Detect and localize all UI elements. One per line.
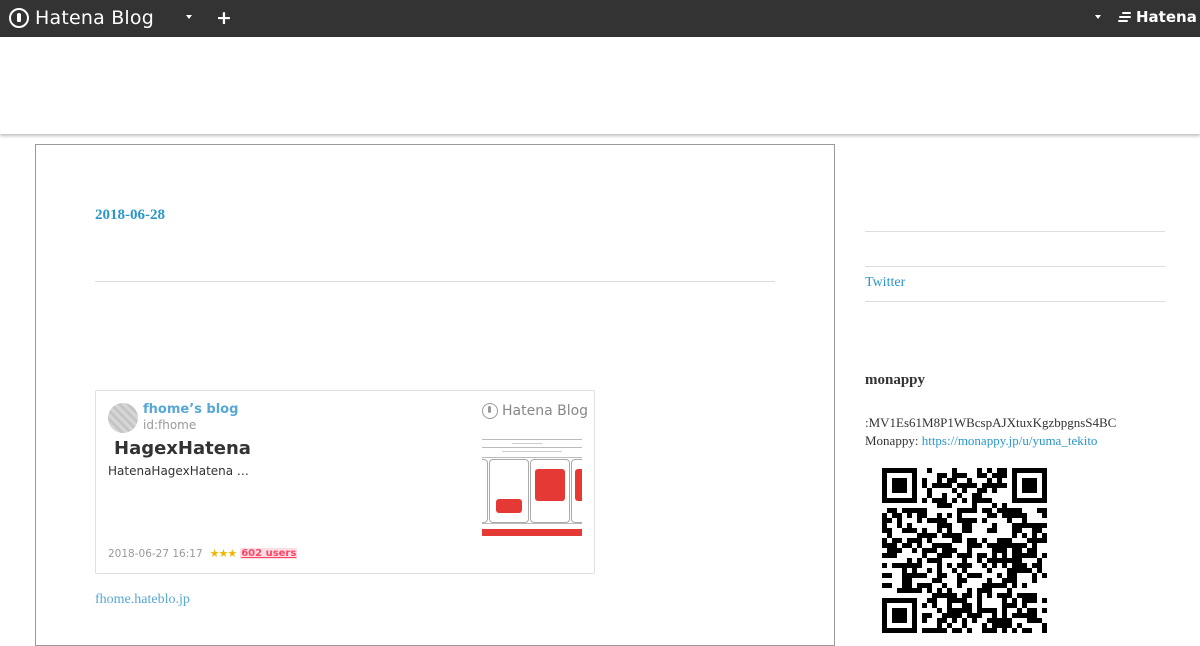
hatena-logo[interactable]: Hatena bbox=[1118, 8, 1197, 26]
blog-header-banner bbox=[0, 37, 1200, 134]
card-title-link[interactable]: HagexHatena bbox=[114, 438, 251, 459]
sidebar-divider bbox=[865, 231, 1165, 232]
user-menu-caret-icon[interactable] bbox=[1095, 15, 1101, 19]
monappy-heading: monappy bbox=[865, 372, 926, 388]
card-description: HatenaHagexHatena … bbox=[108, 464, 249, 478]
star-icon: ★★★ bbox=[209, 547, 238, 560]
monappy-url-link[interactable]: https://monappy.jp/u/yuma_tekito bbox=[922, 433, 1098, 448]
blog-menu-caret-icon[interactable] bbox=[186, 15, 192, 19]
monacoin-address: :MV1Es61M8P1WBcspAJXtuxKgzbpgnsS4BC bbox=[865, 415, 1117, 430]
main-content: 2018-06-28 fhome’s blog id:fhome HagexHa… bbox=[35, 144, 835, 646]
twitter-link[interactable]: Twitter bbox=[865, 275, 905, 291]
embedded-blog-card[interactable]: fhome’s blog id:fhome HagexHatena Hatena… bbox=[95, 390, 595, 574]
card-timestamp: 2018-06-27 16:17 bbox=[108, 547, 203, 560]
title-divider bbox=[95, 281, 775, 282]
sidebar-divider bbox=[865, 301, 1165, 302]
sidebar-divider bbox=[865, 266, 1165, 267]
card-user-id: id:fhome bbox=[143, 418, 197, 432]
monappy-label: Monappy: bbox=[865, 433, 922, 448]
card-blog-name-link[interactable]: fhome’s blog bbox=[143, 402, 238, 417]
hatena-logo-icon bbox=[1118, 11, 1132, 23]
card-service-logo: Hatena Blog bbox=[482, 403, 588, 419]
card-source-link[interactable]: fhome.hateblo.jp bbox=[95, 592, 190, 608]
bookmark-users-link[interactable]: 602 users bbox=[240, 548, 298, 559]
author-avatar[interactable] bbox=[108, 403, 138, 433]
monappy-qr-code bbox=[882, 468, 1047, 633]
post-date-link[interactable]: 2018-06-28 bbox=[95, 207, 165, 224]
hatena-blog-logo[interactable]: Hatena Blog bbox=[9, 6, 154, 30]
new-post-plus-icon[interactable]: + bbox=[216, 7, 232, 29]
hatena-wordmark: Hatena bbox=[1136, 8, 1197, 26]
hatena-blog-logo-icon bbox=[9, 8, 29, 28]
monappy-line: Monappy: https://monappy.jp/u/yuma_tekit… bbox=[865, 433, 1097, 449]
brand-name: Hatena Blog bbox=[35, 7, 154, 29]
hatena-blog-small-icon bbox=[482, 403, 498, 419]
card-meta: 2018-06-27 16:17 ★★★ 602 users bbox=[108, 547, 298, 560]
card-service-name: Hatena Blog bbox=[502, 403, 589, 419]
card-thumbnail[interactable] bbox=[482, 437, 582, 537]
top-bar: Hatena Blog + Hatena bbox=[0, 0, 1200, 37]
